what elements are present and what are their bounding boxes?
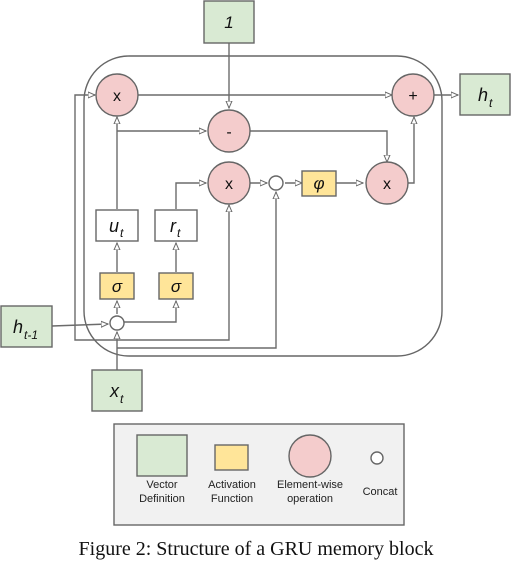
sigma-reset-label: σ [171,277,182,296]
op-mult-candidate-label: x [383,176,391,193]
legend-activation-label-1: Activation [208,479,256,491]
legend-vector-swatch [136,434,188,477]
legend-operation-swatch [288,434,332,478]
input-h-prev: ht-1 [0,305,53,348]
legend-vector-label-1: Vector [146,479,178,491]
input-one-label: 1 [224,13,233,32]
op-minus-label: - [226,124,231,141]
update-gate-box: ut [95,209,139,242]
legend-item-vector: Vector Definition [136,434,188,505]
sigma-reset-activation: σ [158,272,194,300]
concat-candidate-node [268,175,284,191]
reset-gate-box: rt [154,209,198,242]
legend-operation-label-1: Element-wise [277,479,343,491]
op-mult-reset: x [207,161,251,205]
legend-operation-label-2: operation [287,493,333,505]
legend-activation-label-2: Function [211,493,253,505]
figure-caption: Figure 2: Structure of a GRU memory bloc… [78,538,434,560]
op-plus: + [391,73,435,117]
op-mult-top-label: x [113,88,121,105]
gru-diagram: 1 ht ht-1 xt ut rt σ σ φ x - x x + Vecto… [0,0,511,526]
output-h-t: ht [459,73,511,116]
sigma-update-activation: σ [99,272,135,300]
phi-activation: φ [301,170,337,197]
legend: Vector Definition Activation Function El… [113,423,405,526]
op-mult-candidate: x [365,161,409,205]
phi-label: φ [313,174,324,193]
legend-activation-swatch [214,444,249,471]
input-one: 1 [203,0,255,44]
legend-vector-label-2: Definition [139,493,185,505]
op-minus: - [207,109,251,153]
legend-concat-swatch [370,451,384,465]
op-plus-label: + [408,88,417,105]
op-mult-top: x [95,73,139,117]
op-mult-reset-label: x [225,176,233,193]
legend-concat-label: Concat [363,486,398,498]
input-x-t: xt [91,369,143,412]
sigma-update-label: σ [112,277,123,296]
concat-input-node [109,315,125,331]
